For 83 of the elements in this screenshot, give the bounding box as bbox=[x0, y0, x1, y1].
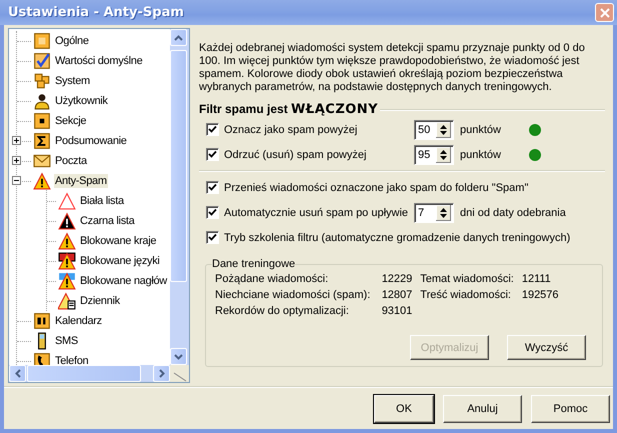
up-down-button[interactable] bbox=[436, 122, 451, 138]
collapse-button[interactable] bbox=[12, 176, 21, 185]
warning-icon bbox=[33, 172, 51, 190]
expand-button[interactable] bbox=[12, 136, 21, 145]
stat-value: 12229 bbox=[380, 273, 412, 285]
up-down-button[interactable] bbox=[436, 204, 451, 220]
up-down-button[interactable] bbox=[436, 146, 451, 162]
group-title: Dane treningowe bbox=[212, 258, 296, 270]
tree-item[interactable]: Biała lista bbox=[79, 194, 125, 208]
checkbox[interactable] bbox=[206, 123, 219, 136]
scrollbar-thumb[interactable] bbox=[170, 50, 187, 282]
option-label: Oznacz jako spam powyżej bbox=[224, 124, 358, 136]
scroll-right-button[interactable] bbox=[153, 365, 170, 382]
scroll-left-button[interactable] bbox=[9, 365, 26, 382]
sum-icon bbox=[33, 132, 51, 150]
expand-button[interactable] bbox=[12, 156, 21, 165]
stat-value: 12111 bbox=[522, 273, 552, 285]
option-label: Tryb szkolenia filtru (automatyczne gromadzenie danych treningowych) bbox=[224, 232, 570, 244]
close-icon bbox=[600, 8, 610, 18]
tree-item[interactable]: Blokowane języki bbox=[79, 254, 161, 268]
box-icon bbox=[33, 32, 51, 50]
envelope-icon bbox=[33, 152, 51, 170]
unit-label: punktów bbox=[460, 148, 501, 160]
arrow-left-icon bbox=[14, 369, 20, 378]
up-down-arrows-icon bbox=[439, 124, 448, 136]
checkbox[interactable] bbox=[206, 206, 219, 219]
description-text: Każdej odebranej wiadomości system detekcji spamu przyznaje punkty od 0 do 100. Im więcej punktów tym większe prawdopodobieństwo, że wiadomość jest spamem. Kolorowe diody obok ustawień określają poziom bezpieczeństwa wybranych parametrów, na podstawie dostępnych danych treningowych. bbox=[199, 42, 586, 94]
warning-icon bbox=[58, 272, 76, 290]
stat-value: 12807 bbox=[380, 289, 412, 301]
phone-icon bbox=[33, 352, 51, 365]
triangle-icon bbox=[58, 192, 76, 210]
filter-heading: Filtr spamu jest WŁĄCZONY bbox=[199, 102, 378, 117]
box-icon bbox=[33, 112, 51, 130]
warning-icon bbox=[58, 212, 76, 230]
unit-label: punktów bbox=[460, 124, 501, 136]
tree-item[interactable]: Sekcje bbox=[54, 114, 88, 128]
checkbox[interactable] bbox=[206, 181, 219, 194]
stat-label: Rekordów do optymalizacji: bbox=[215, 305, 350, 317]
arrow-up-icon bbox=[174, 34, 183, 40]
up-down-arrows-icon bbox=[439, 148, 448, 160]
tree-item[interactable]: Ogólne bbox=[54, 34, 90, 48]
action-button[interactable]: Wyczyść bbox=[507, 335, 586, 360]
warning-icon bbox=[58, 292, 76, 310]
tree-item[interactable]: System bbox=[54, 74, 91, 88]
dialog-button[interactable]: OK bbox=[374, 395, 434, 423]
stat-label: Temat wiadomości: bbox=[420, 273, 514, 285]
option-label: Automatycznie usuń spam po upływie bbox=[224, 206, 410, 218]
tree-item[interactable]: Poczta bbox=[54, 154, 88, 168]
stat-label: Pożądane wiadomości: bbox=[215, 273, 330, 285]
stat-value: 192576 bbox=[522, 289, 559, 301]
unit-label: dni od daty odebrania bbox=[460, 206, 566, 218]
warning-icon bbox=[58, 252, 76, 270]
tree-item[interactable]: Anty-Spam bbox=[54, 174, 108, 188]
tree-item[interactable]: Telefon bbox=[54, 354, 90, 365]
dialog-button[interactable]: Pomoc bbox=[531, 395, 610, 423]
stat-label: Treść wiadomości: bbox=[420, 289, 512, 301]
tree-item[interactable]: Blokowane kraje bbox=[79, 234, 158, 248]
checkmark-icon bbox=[33, 52, 51, 70]
scrollbar-thumb[interactable] bbox=[27, 365, 141, 382]
arrow-right-icon bbox=[158, 369, 164, 378]
tree-item[interactable]: Dziennik bbox=[79, 294, 121, 308]
checkbox[interactable] bbox=[206, 148, 219, 161]
arrow-down-icon bbox=[174, 354, 183, 360]
tree-item[interactable]: Podsumowanie bbox=[54, 134, 128, 148]
option-label: Przenieś wiadomości oznaczone jako spam do folderu "Spam" bbox=[224, 182, 528, 194]
option-label: Odrzuć (usuń) spam powyżej bbox=[224, 148, 368, 160]
tree-item[interactable]: Blokowane nagłów bbox=[79, 274, 168, 288]
cubes-icon bbox=[33, 72, 51, 90]
user-icon bbox=[33, 92, 51, 110]
up-down-arrows-icon bbox=[439, 206, 448, 218]
tree-item[interactable]: Użytkownik bbox=[54, 94, 109, 108]
scroll-down-button[interactable] bbox=[170, 348, 187, 365]
tree-item[interactable]: Kalendarz bbox=[54, 314, 103, 328]
tree-item[interactable]: SMS bbox=[54, 334, 79, 348]
tree-item[interactable]: Czarna lista bbox=[79, 214, 136, 228]
dialog-button[interactable]: Anuluj bbox=[443, 395, 522, 423]
checkbox[interactable] bbox=[206, 231, 219, 244]
stat-value: 93101 bbox=[380, 305, 412, 317]
stat-label: Niechciane wiadomości (spam): bbox=[215, 289, 370, 301]
window-title: Ustawienia - Anty-Spam bbox=[8, 5, 185, 20]
tree-item[interactable]: Wartości domyślne bbox=[54, 54, 144, 68]
scroll-up-button[interactable] bbox=[170, 29, 187, 46]
warning-icon bbox=[58, 232, 76, 250]
